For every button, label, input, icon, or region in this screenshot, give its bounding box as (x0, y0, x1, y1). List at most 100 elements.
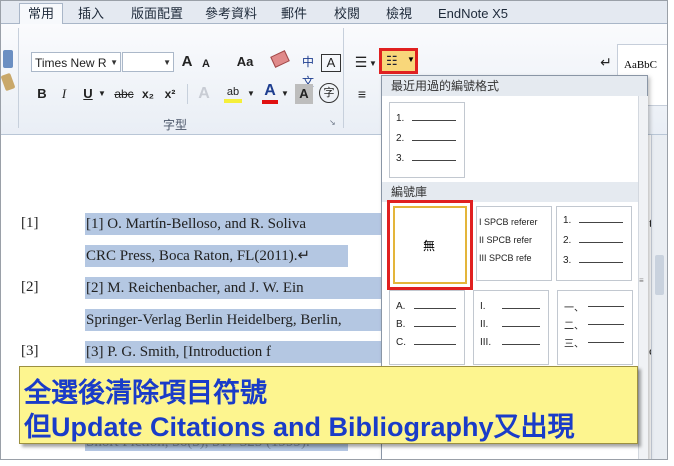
chevron-down-icon[interactable]: ▼ (407, 55, 415, 64)
annotation-callout: 全選後清除項目符號 但Update Citations and Bibliogr… (19, 366, 638, 444)
list-marker: II SPCB refer (479, 235, 533, 245)
change-case-button[interactable]: Aa (233, 52, 257, 72)
list-marker: 1. (563, 215, 572, 226)
line-glyph (588, 324, 624, 325)
list-marker: III. (480, 337, 492, 348)
tab-home[interactable]: 常用 (19, 3, 63, 24)
font-color-label: A (264, 82, 276, 99)
line-glyph (414, 308, 456, 309)
chevron-down-icon[interactable]: ▼ (247, 84, 255, 104)
line-glyph (414, 326, 456, 327)
list-marker: 二、 (564, 321, 584, 332)
numbering-button[interactable]: ☷ ▼ (379, 48, 418, 74)
phonetic-guide-button[interactable]: 中文 (297, 52, 319, 89)
line-glyph (502, 344, 540, 345)
numbering-format-roman-ref[interactable]: I SPCB referer II SPCB refer III SPCB re… (476, 206, 552, 281)
show-marks-icon[interactable]: ↵ (599, 52, 613, 72)
gallery-scrollbar[interactable]: ≡ (638, 96, 648, 459)
tab-mailings[interactable]: 郵件 (273, 4, 315, 23)
format-painter-icon[interactable] (1, 72, 16, 92)
recent-numbering-format[interactable]: 1. 2. 3. (389, 102, 465, 178)
line-glyph (502, 308, 540, 309)
reference-number: [2] (21, 279, 39, 295)
eraser-icon (270, 50, 290, 68)
line-glyph (588, 342, 624, 343)
reference-line[interactable]: [3] P. G. Smith, [Introduction f (85, 341, 382, 363)
superscript-button[interactable]: x² (161, 84, 179, 104)
chevron-down-icon[interactable]: ▼ (163, 53, 171, 73)
chevron-down-icon[interactable]: ▼ (281, 84, 289, 104)
group-separator (18, 28, 19, 128)
align-left-button[interactable]: ≡ (353, 84, 371, 104)
callout-line-2: 但Update Citations and Bibliography又出現 (24, 412, 575, 442)
shrink-font-button[interactable]: A (199, 54, 213, 74)
list-marker: I SPCB referer (479, 217, 538, 227)
line-glyph (414, 344, 456, 345)
highlight-swatch (224, 99, 242, 103)
recent-formats-header: 最近用過的編號格式 (382, 76, 647, 96)
none-label: 無 (423, 239, 436, 253)
line-glyph (412, 140, 456, 141)
ribbon-tabs: 常用 插入 版面配置 參考資料 郵件 校閱 檢視 EndNote X5 (1, 1, 667, 24)
tab-review[interactable]: 校閱 (327, 4, 367, 23)
enclose-char-button[interactable]: 字 (319, 83, 339, 103)
list-marker: III SPCB refe (479, 253, 532, 263)
grow-font-button[interactable]: A (179, 52, 195, 72)
list-marker: 2. (396, 133, 405, 144)
clipboard-icon[interactable] (3, 50, 13, 68)
italic-button[interactable]: I (57, 84, 71, 104)
chevron-down-icon[interactable]: ▼ (369, 54, 377, 74)
line-glyph (502, 326, 540, 327)
strikethrough-button[interactable]: abc (113, 84, 135, 104)
numbering-format-chinese[interactable]: 一、 二、 三、 (557, 290, 633, 365)
list-marker: A. (396, 301, 406, 312)
underline-button[interactable]: U (81, 84, 95, 104)
tab-insert[interactable]: 插入 (69, 4, 113, 23)
font-size-combo[interactable]: ▼ (122, 52, 174, 72)
text-effects-button[interactable]: A (195, 84, 213, 104)
bullets-button[interactable]: ☰ (351, 52, 371, 72)
chevron-down-icon[interactable]: ▼ (97, 84, 107, 104)
font-name-value: Times New R (35, 56, 107, 70)
subscript-button[interactable]: x₂ (139, 84, 157, 104)
highlight-label: ab (226, 86, 240, 98)
chevron-down-icon[interactable]: ▼ (110, 53, 118, 73)
font-color-swatch (262, 100, 278, 104)
scrollbar-thumb[interactable] (655, 255, 664, 295)
line-glyph (412, 120, 456, 121)
font-color-button[interactable]: A (261, 81, 279, 104)
clear-format-button[interactable] (269, 50, 291, 72)
list-marker: 3. (563, 255, 572, 266)
tab-references[interactable]: 參考資料 (201, 4, 261, 23)
char-shading-button[interactable]: A (295, 84, 313, 104)
tab-view[interactable]: 檢視 (379, 4, 419, 23)
line-glyph (579, 242, 623, 243)
word-window: 常用 插入 版面配置 參考資料 郵件 校閱 檢視 EndNote X5 Time… (0, 0, 668, 460)
line-glyph (412, 160, 456, 161)
line-glyph (588, 306, 624, 307)
tab-endnote[interactable]: EndNote X5 (433, 4, 513, 23)
reference-line[interactable]: [1] O. Martín-Belloso, and R. Soliva (85, 213, 382, 235)
reference-number: [1] (21, 215, 39, 231)
highlight-button[interactable]: ab (223, 82, 243, 103)
list-marker: B. (396, 319, 406, 330)
char-border-button[interactable]: A (321, 54, 341, 72)
numbering-format-upper-alpha[interactable]: A. B. C. (389, 290, 465, 365)
bold-button[interactable]: B (35, 84, 49, 104)
none-numbering-format[interactable]: 無 (387, 200, 473, 290)
numbering-format-upper-roman[interactable]: I. II. III. (473, 290, 549, 365)
reference-line[interactable]: [2] M. Reichenbacher, and J. W. Ein (85, 277, 382, 299)
list-marker: 一、 (564, 303, 584, 314)
list-marker: 2. (563, 235, 572, 246)
reference-line[interactable]: Springer-Verlag Berlin Heidelberg, Berli… (85, 309, 382, 331)
numbering-format-decimal[interactable]: 1. 2. 3. (556, 206, 632, 281)
list-marker: II. (480, 319, 489, 330)
dialog-launcher-icon[interactable]: ↘ (329, 118, 336, 127)
numbering-library-header: 編號庫 (382, 182, 647, 202)
tab-page-layout[interactable]: 版面配置 (125, 4, 189, 23)
reference-line[interactable]: CRC Press, Boca Raton, FL(2011).↵ (85, 245, 348, 267)
scroll-grip-icon[interactable]: ≡ (639, 276, 644, 285)
vertical-scrollbar[interactable] (651, 135, 667, 459)
font-name-combo[interactable]: Times New R ▼ (31, 52, 121, 72)
line-glyph (579, 222, 623, 223)
